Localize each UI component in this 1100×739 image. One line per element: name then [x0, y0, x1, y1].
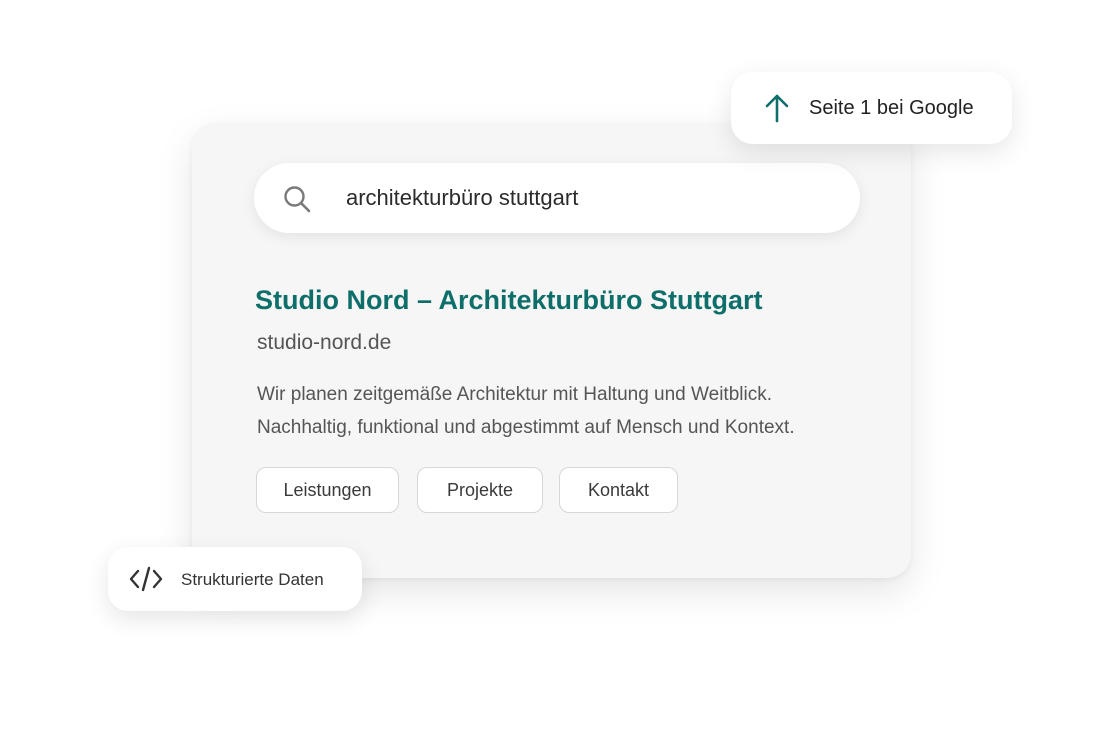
ranking-badge-label: Seite 1 bei Google: [809, 97, 974, 119]
result-title-link[interactable]: Studio Nord – Architekturbüro Stuttgart: [255, 285, 763, 316]
structured-data-badge: Strukturierte Daten: [108, 547, 362, 611]
result-description-line-2: Nachhaltig, funktional und abgestimmt au…: [257, 417, 795, 438]
result-url[interactable]: studio-nord.de: [257, 331, 391, 355]
search-icon: [284, 186, 311, 213]
search-result-card: architekturbüro stuttgart Studio Nord – …: [192, 123, 911, 578]
search-bar[interactable]: architekturbüro stuttgart: [254, 163, 860, 233]
arrow-up-icon: [765, 94, 789, 123]
search-query[interactable]: architekturbüro stuttgart: [346, 185, 578, 211]
code-icon: [129, 566, 163, 592]
result-description: Wir planen zeitgemäße Architektur mit Ha…: [257, 378, 795, 444]
structured-data-badge-label: Strukturierte Daten: [181, 570, 324, 589]
sitelink-leistungen[interactable]: Leistungen: [256, 467, 399, 513]
sitelink-kontakt[interactable]: Kontakt: [559, 467, 678, 513]
result-description-line-1: Wir planen zeitgemäße Architektur mit Ha…: [257, 384, 772, 405]
sitelink-projekte[interactable]: Projekte: [417, 467, 543, 513]
ranking-badge: Seite 1 bei Google: [731, 72, 1012, 144]
